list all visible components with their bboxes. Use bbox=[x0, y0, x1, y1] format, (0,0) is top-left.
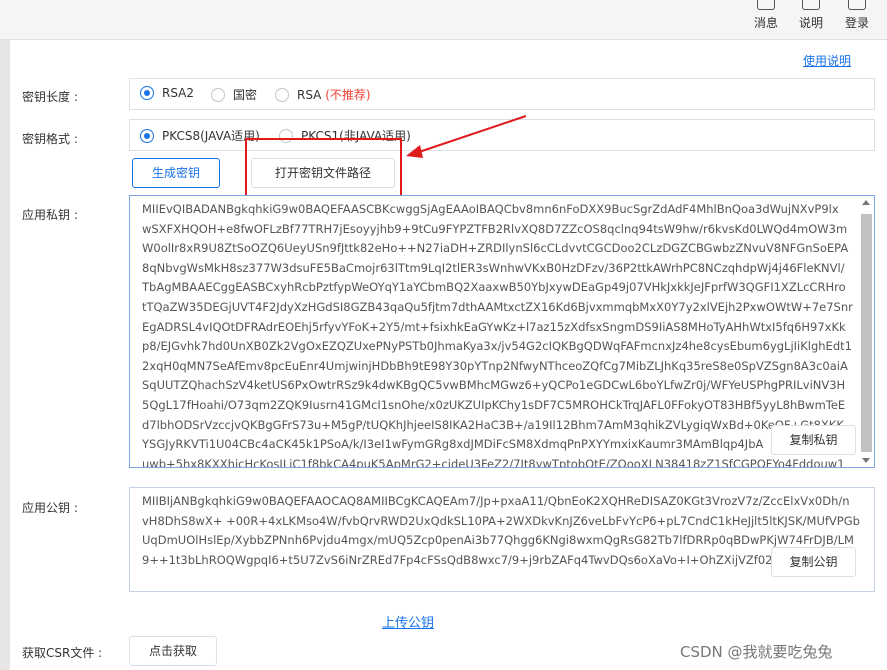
public-key-textarea[interactable]: MIIBIjANBgkqhkiG9w0BAQEFAAOCAQ8AMIIBCgKC… bbox=[129, 487, 875, 592]
key-line: MIIEvQIBADANBgkqhkiG9w0BAQEFAASCBKcwggSj… bbox=[142, 202, 839, 216]
key-format-label: 密钥格式 : bbox=[22, 132, 78, 146]
help-label: 说明 bbox=[798, 16, 823, 30]
key-line: p8/EJGvhk7hd0UnXB0Zk2VgOxEZQZUxePNyPSTb0… bbox=[142, 339, 852, 354]
login-button[interactable]: 登录 bbox=[837, 0, 877, 31]
not-recommended-note: (不推荐) bbox=[325, 88, 371, 102]
radio-guomi-label: 国密 bbox=[233, 88, 258, 102]
key-length-label: 密钥长度 : bbox=[22, 90, 78, 104]
key-line: d7lbhODSrVzccjvQKBgGFrS73u+M5gP/tUQKhJhj… bbox=[142, 417, 844, 432]
login-label: 登录 bbox=[844, 16, 869, 30]
key-line: 9++1t3bLhROQWgpqI6+t5U7ZvS6iNrZREd7Fp4cF… bbox=[142, 552, 780, 567]
annotation-highlight-box bbox=[245, 138, 402, 200]
radio-dot bbox=[275, 88, 289, 102]
key-length-group: RSA2 国密 RSA (不推荐) bbox=[129, 78, 875, 110]
key-line: 2xqH0qMN7SeAfEmv8pcEuEnr4UmjwinjHDbBh9tE… bbox=[142, 358, 848, 373]
message-icon bbox=[757, 0, 775, 10]
private-key-textarea[interactable]: MIIEvQIBADANBgkqhkiG9w0BAQEFAASCBKcwggSj… bbox=[129, 195, 875, 468]
csr-label: 获取CSR文件 : bbox=[22, 646, 103, 660]
radio-guomi[interactable]: 国密 bbox=[211, 86, 257, 103]
public-key-label: 应用公钥 : bbox=[22, 501, 78, 515]
help-button[interactable]: 说明 bbox=[791, 0, 831, 31]
messages-label: 消息 bbox=[753, 16, 778, 30]
key-line: 5QgL17fHoahi/O73qm2ZQK9Iusrn41GMcI1snOhe… bbox=[142, 397, 846, 412]
private-key-scrollbar[interactable] bbox=[861, 214, 872, 452]
generate-key-button[interactable]: 生成密钥 bbox=[132, 158, 220, 188]
key-line: tTQaZW35DEGjUVT4F2JdyXzHGdSI8GZB43qaQu5f… bbox=[142, 299, 853, 314]
key-line: TbAgMBAAECggEASBCxyhRcbPztfypWeOYqY1aYCb… bbox=[142, 280, 846, 295]
messages-button[interactable]: 消息 bbox=[746, 0, 786, 31]
radio-pkcs8[interactable]: PKCS8(JAVA适用) bbox=[140, 127, 260, 144]
copy-private-key-button[interactable]: 复制私钥 bbox=[771, 425, 856, 455]
key-line: wSXFXHQOH+e8fwOFLzBf77TRH7jEsoyyjhb9+9tC… bbox=[142, 221, 848, 236]
key-line: EgADRSL4vIQOtDFRAdrEOEhj5rfyvYFoK+2Y5/mt… bbox=[142, 319, 846, 334]
radio-rsa-label: RSA bbox=[297, 88, 322, 102]
scroll-up-arrow-icon[interactable] bbox=[862, 200, 870, 205]
key-format-group: PKCS8(JAVA适用) PKCS1(非JAVA适用) bbox=[129, 119, 875, 151]
copy-public-key-button[interactable]: 复制公钥 bbox=[771, 547, 856, 577]
key-line: W0olIr8xR9U8ZtSoOZQ6UeyUSn9fJttk82eHo++N… bbox=[142, 241, 849, 256]
key-line: MIIBIjANBgkqhkiG9w0BAQEFAAOCAQ8AMIIBCgKC… bbox=[142, 494, 850, 508]
scroll-down-arrow-icon[interactable] bbox=[862, 458, 870, 463]
key-line: 8qNbvgWsMkH8sz377W3dsuFE5BaCmojr63lTtm9L… bbox=[142, 260, 845, 275]
radio-rsa[interactable]: RSA (不推荐) bbox=[275, 86, 371, 103]
upload-public-key-link[interactable]: 上传公钥 bbox=[382, 612, 434, 631]
book-icon bbox=[802, 0, 820, 10]
private-key-label: 应用私钥 : bbox=[22, 208, 78, 222]
user-icon bbox=[848, 0, 866, 10]
key-line: YSGJyRKVTi1U04CBc4aCK45k1PSoA/k/I3eI1wFy… bbox=[142, 437, 764, 452]
top-toolbar: 消息 说明 登录 bbox=[0, 0, 887, 40]
radio-dot bbox=[211, 88, 225, 102]
key-line: vH8DhS8wX+ +00R+4xLKMso4W/fvbQrvRWD2UxQd… bbox=[142, 513, 860, 528]
key-line: SqUUTZQhachSzV4ketUS6PxOwtrRSz9k4dwKBgQC… bbox=[142, 378, 846, 393]
key-line: UqDmUOlHslEp/XybbZPNnh6Pvjdu4mgx/mUQ5Zcp… bbox=[142, 533, 854, 548]
usage-help-link[interactable]: 使用说明 bbox=[803, 52, 851, 69]
csdn-watermark: CSDN @我就要吃兔兔 bbox=[680, 643, 833, 661]
key-line: uwb+5hx8KXXhicHcKosILjC1f8bkCA4puK5ApMrG… bbox=[142, 456, 845, 468]
click-get-button[interactable]: 点击获取 bbox=[129, 636, 217, 666]
radio-rsa2[interactable]: RSA2 bbox=[140, 86, 194, 100]
radio-rsa2-label: RSA2 bbox=[162, 86, 195, 100]
radio-dot-selected bbox=[140, 86, 154, 100]
radio-dot-selected bbox=[140, 129, 154, 143]
